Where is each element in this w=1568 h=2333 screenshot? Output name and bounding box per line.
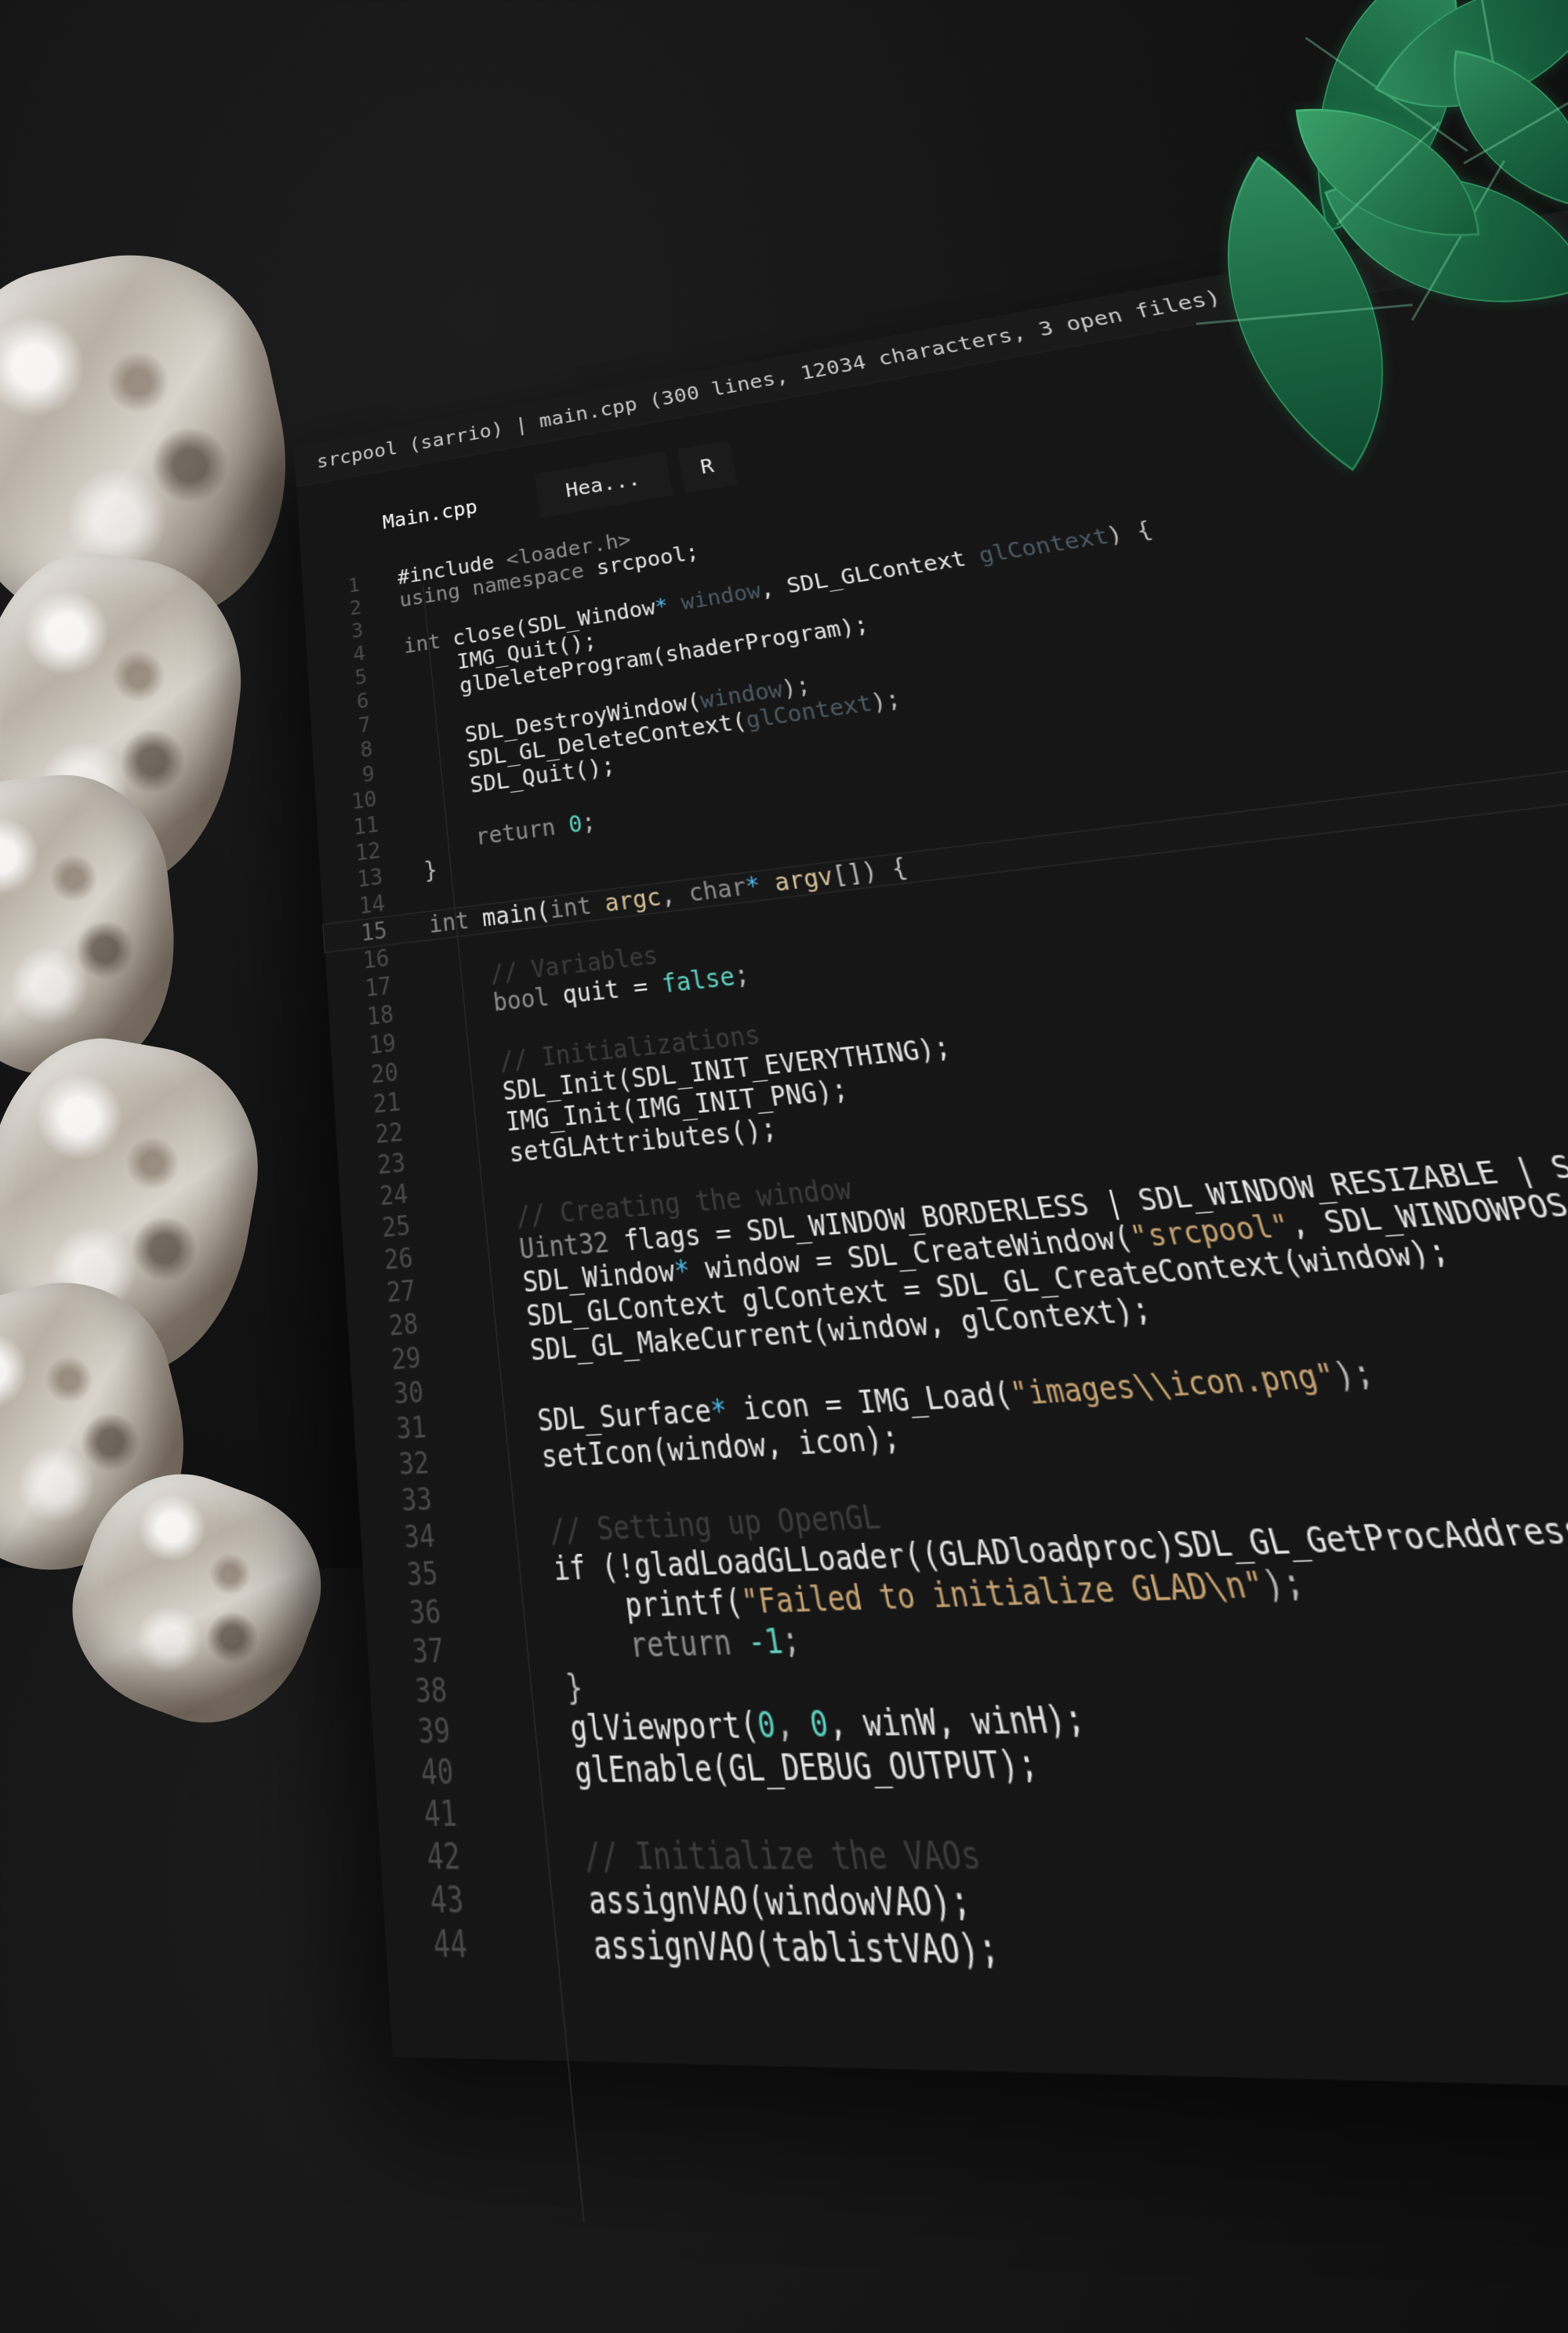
code-token: ,	[659, 880, 691, 911]
code-token: int	[548, 891, 607, 924]
code-line[interactable]: 44 assignVAO(tablistVAO);	[385, 1923, 1568, 1999]
code-token: );	[869, 687, 903, 716]
line-number: 39	[372, 1711, 504, 1754]
scene: srcpool (sarrio) | main.cpp (300 lines, …	[0, 0, 1568, 1568]
line-number: 37	[367, 1631, 496, 1674]
line-number: 42	[379, 1836, 516, 1879]
line-number: 41	[377, 1794, 512, 1837]
line-number: 35	[362, 1554, 489, 1596]
line-number: 38	[369, 1670, 500, 1713]
editor-perspective: srcpool (sarrio) | main.cpp (300 lines, …	[294, 447, 1568, 1780]
code-text: glEnable(GL_DEBUG_OUTPUT);	[504, 1743, 1042, 1793]
line-number: 43	[382, 1879, 520, 1924]
code-text: assignVAO(windowVAO);	[516, 1879, 975, 1927]
tab-r[interactable]: R	[677, 440, 737, 493]
code-area[interactable]: 1 #include <loader.h> 2 using namespace src…	[301, 297, 1568, 1999]
code-token: }	[423, 857, 438, 884]
code-token: ;	[580, 809, 597, 836]
mint-leaves-decoration	[1113, 0, 1568, 533]
code-token: assignVAO(tablistVAO);	[591, 1924, 1003, 1973]
code-token: // Initialize the VAOs	[582, 1834, 984, 1879]
line-number: 36	[365, 1591, 493, 1634]
code-token: assignVAO(windowVAO);	[586, 1879, 975, 1925]
line-number: 40	[374, 1751, 507, 1794]
code-token: glEnable(GL_DEBUG_OUTPUT);	[573, 1743, 1042, 1791]
code-token: }	[564, 1668, 584, 1708]
code-text: return -1;	[493, 1621, 803, 1670]
code-token: -1	[745, 1622, 785, 1663]
code-token: );	[780, 673, 813, 702]
code-token: argc	[603, 883, 662, 917]
line-number: 33	[358, 1479, 482, 1522]
code-text: }	[496, 1668, 585, 1711]
line-number: 34	[360, 1516, 486, 1558]
code-line[interactable]: 42 // Initialize the VAOs	[379, 1827, 1568, 1883]
code-token: , winW, winH);	[825, 1699, 1089, 1745]
ice-cubes-decoration	[0, 259, 314, 1591]
code-text: assignVAO(tablistVAO);	[520, 1924, 1004, 1976]
line-number: 44	[385, 1923, 524, 1969]
code-token: printf(	[623, 1583, 745, 1625]
code-token: return	[628, 1623, 751, 1665]
code-text: // Initialize the VAOs	[511, 1834, 984, 1881]
line-number: 32	[356, 1443, 480, 1486]
code-token: char	[687, 873, 749, 907]
code-token: glViewport(	[568, 1705, 760, 1749]
code-text: }	[423, 857, 438, 885]
